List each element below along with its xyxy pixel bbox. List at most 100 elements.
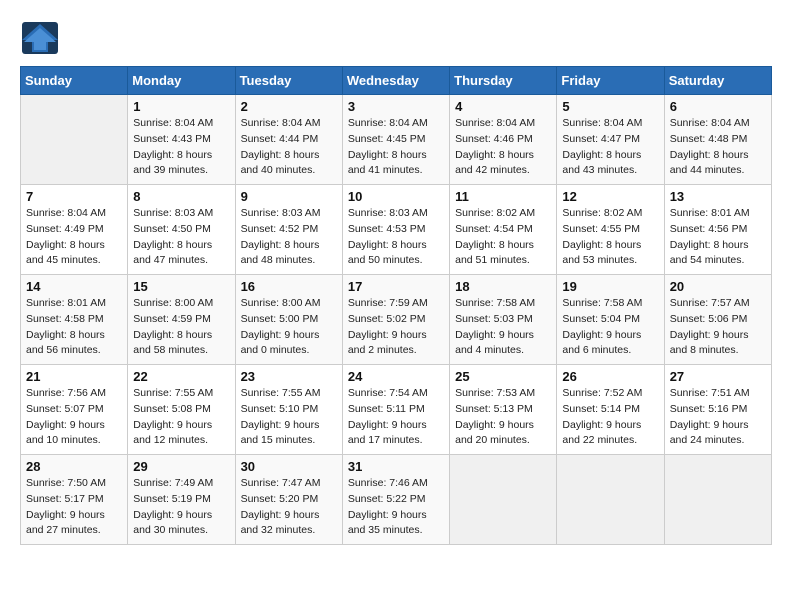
day-number: 2	[241, 99, 337, 114]
day-number: 30	[241, 459, 337, 474]
day-number: 25	[455, 369, 551, 384]
calendar-cell: 11 Sunrise: 8:02 AMSunset: 4:54 PMDayligh…	[450, 185, 557, 275]
day-number: 27	[670, 369, 766, 384]
calendar-table: SundayMondayTuesdayWednesdayThursdayFrid…	[20, 66, 772, 545]
calendar-cell	[21, 95, 128, 185]
day-info: Sunrise: 7:55 AMSunset: 5:08 PMDaylight:…	[133, 386, 229, 449]
calendar-cell: 1 Sunrise: 8:04 AMSunset: 4:43 PMDaylight…	[128, 95, 235, 185]
day-number: 5	[562, 99, 658, 114]
calendar-cell: 27 Sunrise: 7:51 AMSunset: 5:16 PMDayligh…	[664, 365, 771, 455]
day-info: Sunrise: 7:50 AMSunset: 5:17 PMDaylight:…	[26, 476, 122, 539]
day-info: Sunrise: 8:03 AMSunset: 4:53 PMDaylight:…	[348, 206, 444, 269]
day-number: 19	[562, 279, 658, 294]
day-info: Sunrise: 8:03 AMSunset: 4:52 PMDaylight:…	[241, 206, 337, 269]
header-day-sunday: Sunday	[21, 67, 128, 95]
logo	[20, 20, 64, 56]
day-info: Sunrise: 8:01 AMSunset: 4:58 PMDaylight:…	[26, 296, 122, 359]
day-number: 11	[455, 189, 551, 204]
day-info: Sunrise: 8:04 AMSunset: 4:44 PMDaylight:…	[241, 116, 337, 179]
day-number: 4	[455, 99, 551, 114]
day-info: Sunrise: 7:54 AMSunset: 5:11 PMDaylight:…	[348, 386, 444, 449]
day-number: 13	[670, 189, 766, 204]
calendar-cell: 21 Sunrise: 7:56 AMSunset: 5:07 PMDayligh…	[21, 365, 128, 455]
day-number: 17	[348, 279, 444, 294]
calendar-cell: 5 Sunrise: 8:04 AMSunset: 4:47 PMDaylight…	[557, 95, 664, 185]
day-info: Sunrise: 8:00 AMSunset: 4:59 PMDaylight:…	[133, 296, 229, 359]
calendar-cell: 3Sunrise: 8:04 AMSunset: 4:45 PMDaylight…	[342, 95, 449, 185]
day-number: 10	[348, 189, 444, 204]
day-info: Sunrise: 7:59 AMSunset: 5:02 PMDaylight:…	[348, 296, 444, 359]
day-info: Sunrise: 8:02 AMSunset: 4:54 PMDaylight:…	[455, 206, 551, 269]
header-row: SundayMondayTuesdayWednesdayThursdayFrid…	[21, 67, 772, 95]
calendar-cell: 16Sunrise: 8:00 AMSunset: 5:00 PMDayligh…	[235, 275, 342, 365]
day-number: 9	[241, 189, 337, 204]
week-row-1: 1 Sunrise: 8:04 AMSunset: 4:43 PMDaylight…	[21, 95, 772, 185]
day-number: 16	[241, 279, 337, 294]
day-number: 18	[455, 279, 551, 294]
calendar-cell: 12 Sunrise: 8:02 AMSunset: 4:55 PMDayligh…	[557, 185, 664, 275]
calendar-cell: 28 Sunrise: 7:50 AMSunset: 5:17 PMDayligh…	[21, 455, 128, 545]
week-row-4: 21 Sunrise: 7:56 AMSunset: 5:07 PMDayligh…	[21, 365, 772, 455]
day-number: 3	[348, 99, 444, 114]
day-info: Sunrise: 7:49 AMSunset: 5:19 PMDaylight:…	[133, 476, 229, 539]
calendar-cell: 10 Sunrise: 8:03 AMSunset: 4:53 PMDayligh…	[342, 185, 449, 275]
day-info: Sunrise: 8:04 AMSunset: 4:49 PMDaylight:…	[26, 206, 122, 269]
calendar-cell	[450, 455, 557, 545]
header-day-monday: Monday	[128, 67, 235, 95]
day-info: Sunrise: 7:46 AMSunset: 5:22 PMDaylight:…	[348, 476, 444, 539]
day-number: 21	[26, 369, 122, 384]
day-number: 24	[348, 369, 444, 384]
day-info: Sunrise: 7:58 AMSunset: 5:03 PMDaylight:…	[455, 296, 551, 359]
calendar-cell: 6 Sunrise: 8:04 AMSunset: 4:48 PMDaylight…	[664, 95, 771, 185]
calendar-cell: 7 Sunrise: 8:04 AMSunset: 4:49 PMDaylight…	[21, 185, 128, 275]
day-info: Sunrise: 8:04 AMSunset: 4:47 PMDaylight:…	[562, 116, 658, 179]
calendar-cell: 20Sunrise: 7:57 AMSunset: 5:06 PMDayligh…	[664, 275, 771, 365]
calendar-cell: 2 Sunrise: 8:04 AMSunset: 4:44 PMDaylight…	[235, 95, 342, 185]
day-number: 31	[348, 459, 444, 474]
day-number: 20	[670, 279, 766, 294]
day-info: Sunrise: 8:01 AMSunset: 4:56 PMDaylight:…	[670, 206, 766, 269]
day-info: Sunrise: 7:53 AMSunset: 5:13 PMDaylight:…	[455, 386, 551, 449]
day-info: Sunrise: 8:04 AMSunset: 4:43 PMDaylight:…	[133, 116, 229, 179]
calendar-cell: 24 Sunrise: 7:54 AMSunset: 5:11 PMDayligh…	[342, 365, 449, 455]
day-number: 23	[241, 369, 337, 384]
day-info: Sunrise: 7:58 AMSunset: 5:04 PMDaylight:…	[562, 296, 658, 359]
day-number: 7	[26, 189, 122, 204]
header-day-wednesday: Wednesday	[342, 67, 449, 95]
calendar-cell: 26 Sunrise: 7:52 AMSunset: 5:14 PMDayligh…	[557, 365, 664, 455]
day-number: 8	[133, 189, 229, 204]
calendar-cell: 29 Sunrise: 7:49 AMSunset: 5:19 PMDayligh…	[128, 455, 235, 545]
day-info: Sunrise: 8:04 AMSunset: 4:46 PMDaylight:…	[455, 116, 551, 179]
day-number: 1	[133, 99, 229, 114]
day-number: 14	[26, 279, 122, 294]
calendar-cell: 13 Sunrise: 8:01 AMSunset: 4:56 PMDayligh…	[664, 185, 771, 275]
calendar-cell: 17 Sunrise: 7:59 AMSunset: 5:02 PMDayligh…	[342, 275, 449, 365]
calendar-cell: 8Sunrise: 8:03 AMSunset: 4:50 PMDaylight…	[128, 185, 235, 275]
day-info: Sunrise: 7:56 AMSunset: 5:07 PMDaylight:…	[26, 386, 122, 449]
day-number: 29	[133, 459, 229, 474]
day-number: 6	[670, 99, 766, 114]
week-row-3: 14 Sunrise: 8:01 AMSunset: 4:58 PMDayligh…	[21, 275, 772, 365]
calendar-cell: 14 Sunrise: 8:01 AMSunset: 4:58 PMDayligh…	[21, 275, 128, 365]
day-number: 22	[133, 369, 229, 384]
week-row-2: 7 Sunrise: 8:04 AMSunset: 4:49 PMDaylight…	[21, 185, 772, 275]
day-info: Sunrise: 8:04 AMSunset: 4:48 PMDaylight:…	[670, 116, 766, 179]
day-info: Sunrise: 7:52 AMSunset: 5:14 PMDaylight:…	[562, 386, 658, 449]
logo-icon	[20, 20, 60, 56]
day-number: 28	[26, 459, 122, 474]
day-info: Sunrise: 7:47 AMSunset: 5:20 PMDaylight:…	[241, 476, 337, 539]
calendar-cell: 19 Sunrise: 7:58 AMSunset: 5:04 PMDayligh…	[557, 275, 664, 365]
header-day-friday: Friday	[557, 67, 664, 95]
header-day-thursday: Thursday	[450, 67, 557, 95]
day-number: 15	[133, 279, 229, 294]
day-number: 26	[562, 369, 658, 384]
day-info: Sunrise: 8:02 AMSunset: 4:55 PMDaylight:…	[562, 206, 658, 269]
header-day-tuesday: Tuesday	[235, 67, 342, 95]
calendar-cell: 22 Sunrise: 7:55 AMSunset: 5:08 PMDayligh…	[128, 365, 235, 455]
calendar-cell: 23 Sunrise: 7:55 AMSunset: 5:10 PMDayligh…	[235, 365, 342, 455]
day-number: 12	[562, 189, 658, 204]
calendar-cell: 15 Sunrise: 8:00 AMSunset: 4:59 PMDayligh…	[128, 275, 235, 365]
day-info: Sunrise: 7:55 AMSunset: 5:10 PMDaylight:…	[241, 386, 337, 449]
day-info: Sunrise: 7:51 AMSunset: 5:16 PMDaylight:…	[670, 386, 766, 449]
calendar-cell: 31 Sunrise: 7:46 AMSunset: 5:22 PMDayligh…	[342, 455, 449, 545]
